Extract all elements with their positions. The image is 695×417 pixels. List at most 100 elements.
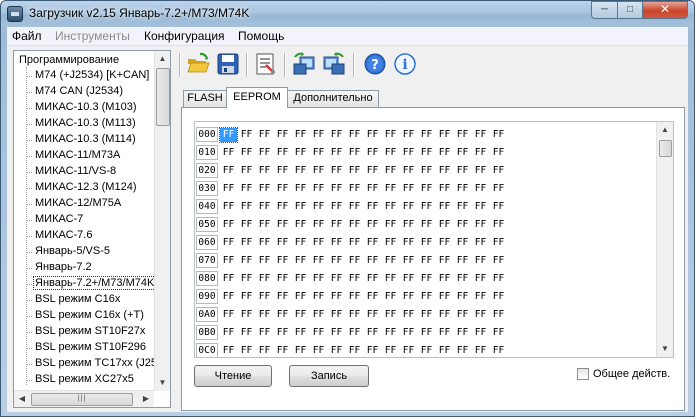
hex-byte[interactable]: FF — [382, 236, 399, 250]
hex-byte[interactable]: FF — [238, 344, 255, 357]
hex-byte[interactable]: FF — [400, 326, 417, 340]
title-bar[interactable]: Загрузчик v2.15 Январь-7.2+/M73/M74K ─ □… — [1, 1, 694, 27]
tree-item[interactable]: BSL режим ST10F296 — [26, 340, 166, 356]
hex-byte[interactable]: FF — [274, 236, 291, 250]
hex-byte[interactable]: FF — [364, 200, 381, 214]
hex-byte[interactable]: FF — [274, 182, 291, 196]
hex-vertical-scrollbar[interactable]: ▲ ▼ — [656, 122, 673, 357]
hex-byte[interactable]: FF — [418, 200, 435, 214]
hex-byte[interactable]: FF — [472, 218, 489, 232]
hex-byte[interactable]: FF — [490, 326, 507, 340]
hex-byte[interactable]: FF — [274, 254, 291, 268]
hex-byte[interactable]: FF — [292, 308, 309, 322]
hex-editor[interactable]: 000 FF FF FF FF FF FF FF FF FF FF FF FF FF FF FF FF 010 FF… — [194, 121, 674, 358]
hex-byte[interactable]: FF — [454, 128, 471, 142]
hex-byte[interactable]: FF — [418, 344, 435, 357]
read-ecu-icon[interactable] — [291, 51, 317, 77]
hex-byte[interactable]: FF — [382, 344, 399, 357]
hex-byte[interactable]: FF — [238, 218, 255, 232]
hex-byte[interactable]: FF — [364, 218, 381, 232]
hex-byte[interactable]: FF — [328, 182, 345, 196]
hex-byte[interactable]: FF — [310, 290, 327, 304]
tree-item[interactable]: M74 (+J2534) [K+CAN] — [26, 68, 166, 84]
hex-byte[interactable]: FF — [346, 254, 363, 268]
hex-byte[interactable]: FF — [292, 200, 309, 214]
scroll-down-icon[interactable]: ▼ — [155, 375, 170, 391]
hex-byte[interactable]: FF — [436, 254, 453, 268]
hex-byte[interactable]: FF — [346, 326, 363, 340]
hex-byte[interactable]: FF — [490, 146, 507, 160]
tree-item[interactable]: МИКАС-12.3 (M124) — [26, 180, 166, 196]
hex-byte[interactable]: FF — [328, 128, 345, 142]
hex-byte[interactable]: FF — [400, 182, 417, 196]
hex-byte[interactable]: FF — [310, 182, 327, 196]
hex-byte[interactable]: FF — [328, 290, 345, 304]
menu-help[interactable]: Помощь — [238, 29, 284, 43]
tree-item[interactable]: МИКАС-11/M73A — [26, 148, 166, 164]
hex-byte[interactable]: FF — [454, 344, 471, 357]
hex-scroll-up-icon[interactable]: ▲ — [658, 122, 672, 138]
hex-byte[interactable]: FF — [274, 290, 291, 304]
hex-byte[interactable]: FF — [418, 236, 435, 250]
hex-byte[interactable]: FF — [328, 254, 345, 268]
hex-byte[interactable]: FF — [310, 164, 327, 178]
hex-byte[interactable]: FF — [382, 200, 399, 214]
tree-horizontal-scrollbar[interactable]: ◀ ||| ▶ — [14, 390, 154, 407]
checkbox-box[interactable] — [577, 368, 589, 380]
hex-byte[interactable]: FF — [436, 146, 453, 160]
hex-byte[interactable]: FF — [400, 344, 417, 357]
hex-byte[interactable]: FF — [256, 164, 273, 178]
hex-byte[interactable]: FF — [256, 308, 273, 322]
tab-additional[interactable]: Дополнительно — [287, 90, 379, 107]
hex-scroll-thumb[interactable] — [659, 140, 672, 157]
hex-byte[interactable]: FF — [292, 218, 309, 232]
hex-byte[interactable]: FF — [238, 182, 255, 196]
hex-byte[interactable]: FF — [220, 146, 237, 160]
hex-byte[interactable]: FF — [256, 146, 273, 160]
hex-byte[interactable]: FF — [328, 218, 345, 232]
hex-byte[interactable]: FF — [436, 200, 453, 214]
scroll-up-icon[interactable]: ▲ — [155, 51, 170, 67]
hex-byte[interactable]: FF — [346, 272, 363, 286]
hex-byte[interactable]: FF — [382, 290, 399, 304]
hex-byte[interactable]: FF — [400, 218, 417, 232]
hex-byte[interactable]: FF — [238, 128, 255, 142]
hex-byte[interactable]: FF — [472, 128, 489, 142]
hex-byte[interactable]: FF — [382, 164, 399, 178]
hex-byte[interactable]: FF — [220, 254, 237, 268]
hex-byte[interactable]: FF — [256, 182, 273, 196]
tree-item[interactable]: МИКАС-7 — [26, 212, 166, 228]
hex-byte[interactable]: FF — [328, 308, 345, 322]
hex-byte[interactable]: FF — [490, 128, 507, 142]
hex-byte[interactable]: FF — [490, 182, 507, 196]
hex-byte[interactable]: FF — [256, 218, 273, 232]
hex-byte[interactable]: FF — [238, 326, 255, 340]
hex-byte[interactable]: FF — [328, 146, 345, 160]
hex-byte[interactable]: FF — [238, 272, 255, 286]
hex-byte[interactable]: FF — [400, 308, 417, 322]
hex-byte[interactable]: FF — [454, 254, 471, 268]
hex-byte[interactable]: FF — [418, 128, 435, 142]
hex-byte[interactable]: FF — [436, 218, 453, 232]
hex-byte[interactable]: FF — [490, 290, 507, 304]
hex-byte[interactable]: FF — [364, 308, 381, 322]
maximize-button[interactable]: □ — [617, 1, 643, 19]
hex-byte[interactable]: FF — [454, 182, 471, 196]
hex-byte[interactable]: FF — [364, 254, 381, 268]
hex-byte[interactable]: FF — [292, 164, 309, 178]
hex-byte[interactable]: FF — [346, 182, 363, 196]
tree-item[interactable]: BSL режим C16x (+T) — [26, 308, 166, 324]
hex-byte[interactable]: FF — [346, 344, 363, 357]
hex-byte[interactable]: FF — [472, 254, 489, 268]
hex-byte[interactable]: FF — [364, 344, 381, 357]
hex-byte[interactable]: FF — [490, 344, 507, 357]
tree-item[interactable]: Январь-7.2+/M73/M74K — [26, 276, 166, 292]
hex-byte[interactable]: FF — [346, 128, 363, 142]
hex-byte[interactable]: FF — [490, 200, 507, 214]
tree-item[interactable]: Январь-5/VS-5 — [26, 244, 166, 260]
hex-byte[interactable]: FF — [292, 254, 309, 268]
hex-byte[interactable]: FF — [238, 254, 255, 268]
minimize-button[interactable]: ─ — [591, 1, 618, 19]
hex-byte[interactable]: FF — [310, 218, 327, 232]
hex-byte[interactable]: FF — [310, 308, 327, 322]
